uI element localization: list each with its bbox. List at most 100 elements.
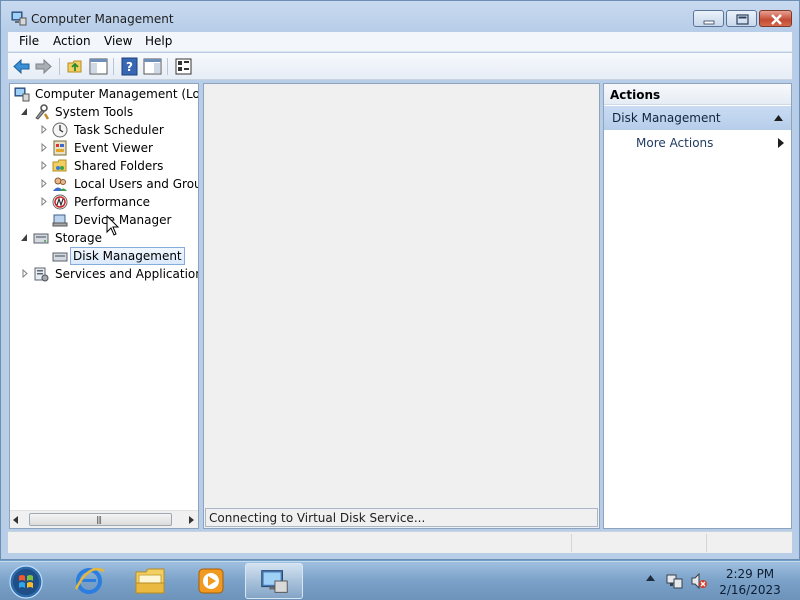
tree-item-local-users-and-groups[interactable]: Local Users and Groups [12, 175, 198, 193]
event-viewer-icon [53, 140, 67, 156]
properties-icon[interactable] [173, 56, 194, 77]
collapse-arrow-icon[interactable] [20, 107, 28, 116]
expand-arrow-icon[interactable] [40, 179, 48, 188]
status-divider [571, 534, 572, 552]
minimize-button[interactable] [693, 10, 724, 27]
tree-item-shared-folders[interactable]: Shared Folders [12, 157, 198, 175]
storage-icon [33, 233, 49, 244]
media-player-taskbar-icon[interactable] [182, 563, 240, 599]
start-button[interactable] [6, 563, 46, 600]
computer-management-icon [11, 11, 27, 26]
results-status-bar: Connecting to Virtual Disk Service... [205, 508, 598, 527]
actions-section-disk-management[interactable]: Disk Management [604, 106, 791, 130]
horizontal-scrollbar[interactable]: ||| [10, 510, 198, 528]
tree-item-label: Event Viewer [74, 141, 153, 155]
menu-view[interactable]: View [102, 34, 134, 48]
toolbar-separator [113, 58, 114, 75]
expand-arrow-icon[interactable] [40, 197, 48, 206]
collapse-arrow-icon[interactable] [20, 233, 28, 242]
menu-action[interactable]: Action [51, 34, 93, 48]
status-text: Connecting to Virtual Disk Service... [209, 511, 426, 525]
windows-explorer-taskbar-icon[interactable] [121, 563, 179, 599]
show-hidden-icons-icon[interactable] [646, 575, 655, 581]
tree-item-task-scheduler[interactable]: Task Scheduler [12, 121, 198, 139]
users-icon [53, 177, 67, 191]
tree-root[interactable]: Computer Management (Local [12, 85, 198, 103]
tree-item-label: Device Manager [74, 213, 172, 227]
expand-arrow-icon[interactable] [21, 269, 29, 278]
tree-item-label: Local Users and Groups [74, 177, 198, 191]
tree-item-services-and-applications[interactable]: Services and Applications [12, 265, 198, 283]
tree-item-event-viewer[interactable]: Event Viewer [12, 139, 198, 157]
restore-icon [736, 14, 749, 25]
scrollbar-thumb[interactable]: ||| [29, 513, 172, 526]
disk-icon [52, 252, 68, 262]
scrollbar-grip-icon: ||| [96, 515, 102, 524]
toolbar: ? [8, 53, 792, 80]
taskbar: 2:29 PM 2/16/2023 [0, 561, 800, 600]
performance-icon [52, 194, 68, 210]
expand-arrow-icon[interactable] [40, 143, 48, 152]
actions-pane: Actions Disk Management More Actions [603, 83, 792, 529]
forward-icon[interactable] [33, 56, 54, 77]
device-manager-icon [52, 214, 68, 227]
scroll-right-arrow-icon[interactable] [188, 516, 194, 524]
console-tree: Computer Management (Local System Tools … [9, 83, 199, 529]
close-icon [771, 14, 782, 25]
scroll-left-arrow-icon[interactable] [13, 516, 19, 524]
close-button[interactable] [759, 10, 792, 27]
mouse-cursor-icon [106, 215, 120, 236]
menu-help[interactable]: Help [143, 34, 174, 48]
actions-title: Actions [610, 88, 661, 102]
clock-time: 2:29 PM [725, 567, 775, 581]
show-hide-console-tree-icon[interactable] [88, 56, 109, 77]
computer-management-taskbar-icon[interactable] [245, 563, 303, 599]
submenu-arrow-icon[interactable] [778, 138, 784, 148]
menu-bar: File Action View Help [8, 32, 792, 52]
tree-item-performance[interactable]: Performance [12, 193, 198, 211]
toolbar-separator [59, 58, 60, 75]
window-title: Computer Management [31, 12, 174, 26]
more-actions-link[interactable]: More Actions [636, 136, 713, 150]
tree-root-label: Computer Management (Local [35, 87, 199, 101]
tree-item-disk-management[interactable]: Disk Management [12, 247, 198, 265]
tree-item-label: Shared Folders [74, 159, 164, 173]
actions-header: Actions [604, 84, 791, 105]
minimize-icon [703, 20, 715, 25]
menu-file[interactable]: File [17, 34, 41, 48]
network-icon[interactable] [666, 572, 684, 590]
back-icon[interactable] [11, 56, 32, 77]
actions-section-label: Disk Management [612, 111, 721, 125]
expand-arrow-icon[interactable] [40, 161, 48, 170]
results-pane: Connecting to Virtual Disk Service... [203, 83, 600, 529]
collapse-up-icon[interactable] [774, 115, 783, 121]
clock-icon [52, 122, 68, 138]
show-hide-action-pane-icon[interactable] [142, 56, 163, 77]
title-bar[interactable]: Computer Management [1, 1, 799, 33]
tree-item-device-manager[interactable]: Device Manager [12, 211, 198, 229]
maximize-button[interactable] [726, 10, 757, 27]
clock-date: 2/16/2023 [719, 583, 781, 597]
tree-item-system-tools[interactable]: System Tools [12, 103, 198, 121]
volume-muted-icon[interactable] [690, 572, 708, 590]
tree-item-label: Services and Applications [55, 267, 199, 281]
computer-management-window: Computer Management File Action View Hel… [0, 0, 800, 560]
tree-item-label: Performance [74, 195, 151, 209]
tree-item-label: Storage [55, 231, 102, 245]
system-clock[interactable]: 2:29 PM 2/16/2023 [714, 566, 786, 598]
toolbar-separator [167, 58, 168, 75]
shared-folder-icon [52, 159, 67, 172]
status-divider [706, 534, 707, 552]
tree-item-label: Task Scheduler [74, 123, 164, 137]
tree-item-label-selected: Disk Management [70, 247, 185, 265]
up-folder-icon[interactable] [65, 56, 86, 77]
tools-icon [35, 104, 49, 120]
window-status-bar [8, 531, 792, 553]
services-icon [34, 267, 49, 282]
help-icon[interactable]: ? [119, 56, 140, 77]
internet-explorer-taskbar-icon[interactable] [60, 563, 118, 599]
tree-item-label: System Tools [55, 105, 134, 119]
computer-management-icon [14, 87, 30, 102]
tree-item-storage[interactable]: Storage [12, 229, 198, 247]
expand-arrow-icon[interactable] [40, 125, 48, 134]
